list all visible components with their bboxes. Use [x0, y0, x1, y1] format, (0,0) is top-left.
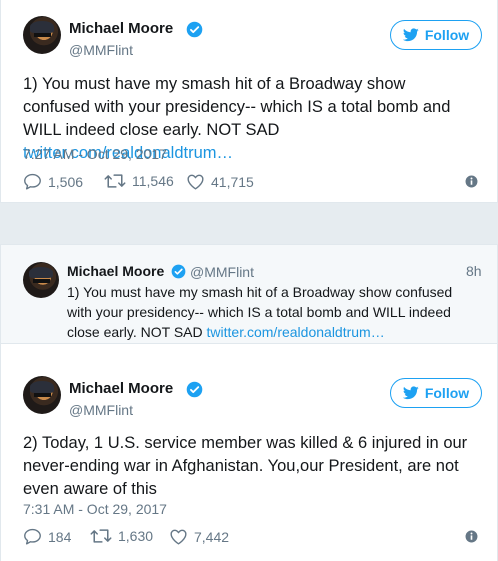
tweet-age[interactable]: 8h	[466, 263, 482, 279]
tweet-text: 2) Today, 1 U.S. service member was kill…	[23, 434, 468, 498]
avatar[interactable]	[23, 262, 59, 298]
avatar[interactable]	[23, 376, 61, 414]
tweet-card-1: Michael Moore @MMFlint Follow 1) You mus…	[0, 0, 498, 203]
tweet-text: 1) You must have my smash hit of a Broad…	[67, 282, 467, 342]
tweet-card-2: Michael Moore @MMFlint 8h 1) You must ha…	[0, 244, 498, 561]
retweet-button[interactable]: 11,546	[104, 173, 174, 189]
retweet-icon	[90, 529, 112, 543]
author-name[interactable]: Michael Moore	[69, 20, 173, 37]
like-button[interactable]: 41,715	[186, 173, 254, 190]
follow-label: Follow	[424, 385, 470, 401]
reply-count: 1,506	[48, 173, 84, 190]
retweet-count: 1,630	[118, 528, 154, 544]
verified-badge-icon	[171, 264, 186, 279]
retweet-button[interactable]: 1,630	[90, 528, 153, 544]
follow-label: Follow	[424, 27, 470, 43]
author-name[interactable]: Michael Moore	[69, 380, 173, 397]
follow-button[interactable]: Follow	[390, 20, 482, 50]
retweet-count: 11,546	[132, 173, 174, 189]
like-icon	[187, 174, 204, 190]
avatar[interactable]	[23, 16, 61, 54]
author-handle[interactable]: @MMFlint	[190, 264, 254, 280]
info-icon[interactable]	[465, 530, 478, 543]
verified-badge-icon	[186, 21, 203, 38]
author-name[interactable]: Michael Moore	[67, 263, 164, 279]
reply-button[interactable]: 184	[23, 528, 71, 545]
retweet-icon	[104, 174, 126, 188]
verified-badge-icon	[186, 381, 203, 398]
twitter-bird-icon	[402, 28, 419, 42]
reply-button[interactable]: 1,506	[23, 173, 83, 190]
reply-icon	[24, 528, 41, 545]
like-count: 41,715	[211, 173, 254, 190]
tweet-body: 1) You must have my smash hit of a Broad…	[23, 75, 451, 139]
like-count: 7,442	[194, 528, 230, 545]
tweet-timestamp[interactable]: 7:27 AM - Oct 29, 2017	[23, 146, 167, 162]
parent-tweet[interactable]: Michael Moore @MMFlint 8h 1) You must ha…	[1, 245, 497, 344]
tweet-link[interactable]: twitter.com/realdonaldtrum…	[207, 324, 385, 340]
info-icon[interactable]	[465, 175, 478, 188]
tweet-timestamp[interactable]: 7:31 AM - Oct 29, 2017	[23, 501, 167, 517]
author-handle[interactable]: @MMFlint	[69, 402, 133, 418]
author-handle[interactable]: @MMFlint	[69, 42, 133, 58]
follow-button[interactable]: Follow	[390, 378, 482, 408]
reply-icon	[24, 173, 41, 190]
twitter-bird-icon	[402, 386, 419, 400]
like-button[interactable]: 7,442	[169, 528, 229, 545]
like-icon	[170, 529, 187, 545]
reply-count: 184	[48, 528, 72, 545]
